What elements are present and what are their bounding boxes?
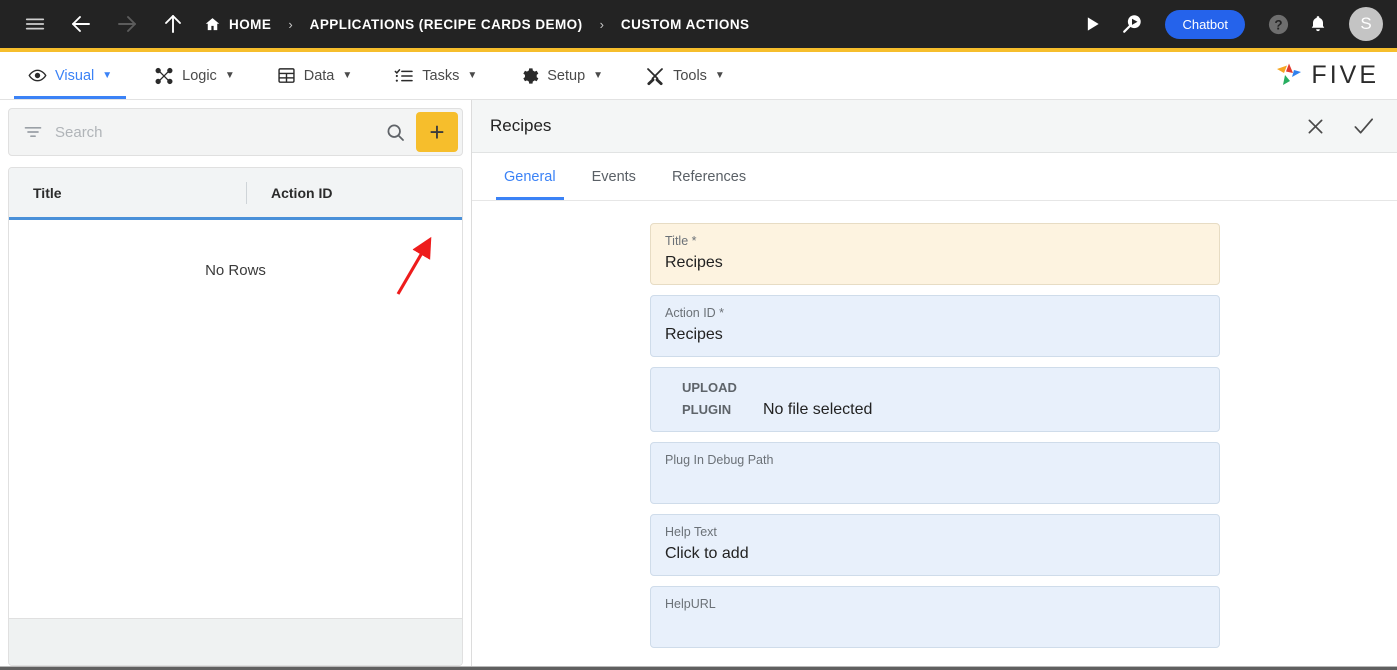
field-label-help-text: Help Text bbox=[665, 524, 1205, 541]
tab-events[interactable]: Events bbox=[578, 153, 650, 200]
general-form: Title * Recipes Action ID * Recipes UPLO… bbox=[472, 201, 1397, 666]
up-arrow-icon[interactable] bbox=[156, 7, 190, 41]
records-grid: Title Action ID No Rows bbox=[8, 167, 463, 666]
play-icon[interactable] bbox=[1075, 7, 1109, 41]
detail-header-actions bbox=[1305, 115, 1375, 138]
menu-label-setup: Setup bbox=[547, 68, 585, 84]
breadcrumb: HOME › APPLICATIONS (RECIPE CARDS DEMO) … bbox=[204, 16, 749, 33]
help-circle-icon[interactable]: ? bbox=[1261, 7, 1295, 41]
field-value-title: Recipes bbox=[665, 251, 1205, 274]
hamburger-menu-icon[interactable] bbox=[18, 7, 52, 41]
menu-item-logic[interactable]: Logic ▼ bbox=[140, 52, 249, 99]
chevron-down-icon: ▼ bbox=[225, 70, 235, 81]
field-action-id[interactable]: Action ID * Recipes bbox=[650, 295, 1220, 357]
grid-footer bbox=[9, 618, 462, 665]
field-label-title: Title * bbox=[665, 233, 1205, 250]
field-value-help-text: Click to add bbox=[665, 542, 1205, 565]
bell-icon[interactable] bbox=[1301, 7, 1335, 41]
magnifier-icon[interactable] bbox=[385, 122, 406, 143]
field-plugin-debug-path[interactable]: Plug In Debug Path bbox=[650, 442, 1220, 504]
grid-header-row: Title Action ID bbox=[9, 168, 462, 220]
field-label-help-url: HelpURL bbox=[665, 596, 1205, 613]
search-input[interactable] bbox=[55, 124, 385, 141]
menu-label-visual: Visual bbox=[55, 68, 94, 84]
home-icon bbox=[204, 16, 221, 33]
field-label-upload-plugin: UPLOAD PLUGIN bbox=[665, 377, 763, 421]
tab-general[interactable]: General bbox=[490, 153, 570, 200]
menu-item-tools[interactable]: Tools ▼ bbox=[631, 52, 739, 99]
eye-icon bbox=[28, 66, 47, 85]
chevron-down-icon: ▼ bbox=[593, 70, 603, 81]
breadcrumb-item-applications[interactable]: APPLICATIONS (RECIPE CARDS DEMO) bbox=[310, 17, 583, 32]
breadcrumb-item-home[interactable]: HOME bbox=[204, 16, 271, 33]
menu-label-logic: Logic bbox=[182, 68, 217, 84]
empty-state-message: No Rows bbox=[205, 262, 266, 618]
field-help-url[interactable]: HelpURL bbox=[650, 586, 1220, 648]
top-navigation-bar: HOME › APPLICATIONS (RECIPE CARDS DEMO) … bbox=[0, 0, 1397, 52]
record-detail-pane: Recipes General Events References bbox=[471, 100, 1397, 666]
add-record-button[interactable]: + bbox=[416, 112, 458, 152]
field-help-text[interactable]: Help Text Click to add bbox=[650, 514, 1220, 576]
breadcrumb-separator: › bbox=[288, 17, 292, 32]
field-label-action-id: Action ID * bbox=[665, 305, 1205, 322]
tab-references[interactable]: References bbox=[658, 153, 760, 200]
chevron-down-icon: ▼ bbox=[102, 70, 112, 81]
chevron-down-icon: ▼ bbox=[715, 70, 725, 81]
detail-tabs: General Events References bbox=[472, 153, 1397, 201]
menu-item-data[interactable]: Data ▼ bbox=[263, 52, 367, 99]
field-value-upload-plugin: No file selected bbox=[763, 377, 872, 421]
table-grid-icon bbox=[277, 66, 296, 85]
horizontal-scrollbar[interactable] bbox=[0, 666, 1397, 670]
forward-arrow-icon[interactable] bbox=[110, 7, 144, 41]
breadcrumb-label-applications: APPLICATIONS (RECIPE CARDS DEMO) bbox=[310, 17, 583, 32]
menu-item-setup[interactable]: Setup ▼ bbox=[505, 52, 617, 99]
breadcrumb-label-custom-actions: CUSTOM ACTIONS bbox=[621, 17, 750, 32]
detail-header: Recipes bbox=[472, 100, 1397, 153]
field-title[interactable]: Title * Recipes bbox=[650, 223, 1220, 285]
page-title: Recipes bbox=[490, 116, 551, 136]
gear-icon bbox=[519, 66, 539, 86]
field-label-plugin-debug-path: Plug In Debug Path bbox=[665, 452, 1205, 469]
menu-item-tasks[interactable]: Tasks ▼ bbox=[380, 52, 491, 99]
field-value-plugin-debug-path bbox=[665, 470, 1205, 493]
checklist-icon bbox=[394, 66, 414, 86]
column-divider[interactable] bbox=[246, 182, 247, 204]
five-brand-logo: FIVE bbox=[1274, 52, 1397, 99]
main-content: + Title Action ID No Rows Recipes bbox=[0, 100, 1397, 666]
tools-cross-icon bbox=[645, 66, 665, 86]
close-x-icon[interactable] bbox=[1305, 116, 1326, 137]
upload-label-line2: PLUGIN bbox=[682, 399, 763, 421]
search-play-icon[interactable] bbox=[1115, 7, 1149, 41]
chatbot-button[interactable]: Chatbot bbox=[1165, 10, 1245, 39]
chevron-down-icon: ▼ bbox=[467, 70, 477, 81]
upload-label-line1: UPLOAD bbox=[682, 380, 737, 395]
column-header-title[interactable]: Title bbox=[33, 185, 246, 201]
menu-item-visual[interactable]: Visual ▼ bbox=[14, 52, 126, 99]
check-icon[interactable] bbox=[1352, 115, 1375, 138]
grid-body: No Rows bbox=[9, 220, 462, 618]
topbar-actions: Chatbot ? S bbox=[1075, 7, 1383, 41]
application-menu-bar: Visual ▼ Logic ▼ Data ▼ bbox=[0, 52, 1397, 100]
breadcrumb-label-home: HOME bbox=[229, 17, 271, 32]
menu-label-tools: Tools bbox=[673, 68, 707, 84]
chevron-down-icon: ▼ bbox=[342, 70, 352, 81]
five-pinwheel-icon bbox=[1274, 62, 1304, 90]
back-arrow-icon[interactable] bbox=[64, 7, 98, 41]
column-header-action-id[interactable]: Action ID bbox=[271, 185, 332, 201]
menu-label-data: Data bbox=[304, 68, 335, 84]
field-upload-plugin[interactable]: UPLOAD PLUGIN No file selected bbox=[650, 367, 1220, 432]
breadcrumb-separator: › bbox=[600, 17, 604, 32]
filter-icon[interactable] bbox=[23, 122, 43, 142]
logic-nodes-icon bbox=[154, 66, 174, 86]
breadcrumb-item-custom-actions[interactable]: CUSTOM ACTIONS bbox=[621, 17, 750, 32]
avatar[interactable]: S bbox=[1349, 7, 1383, 41]
svg-text:?: ? bbox=[1274, 17, 1282, 32]
five-brand-text: FIVE bbox=[1311, 61, 1379, 90]
records-list-pane: + Title Action ID No Rows bbox=[0, 100, 471, 666]
field-value-action-id: Recipes bbox=[665, 323, 1205, 346]
field-value-help-url bbox=[665, 614, 1205, 637]
menu-label-tasks: Tasks bbox=[422, 68, 459, 84]
search-bar: + bbox=[8, 108, 463, 156]
